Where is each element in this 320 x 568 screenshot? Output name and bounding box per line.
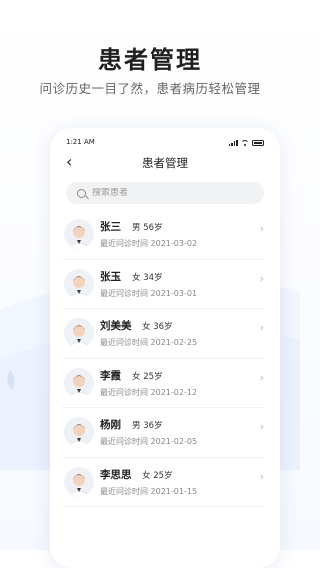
patient-list-item[interactable]: 李思思 女 25岁 最近问诊时间 2021-01-15 ›: [62, 458, 264, 507]
last-visit-time: 最近问诊时间 2021-01-15: [100, 486, 198, 496]
chevron-right-icon: ›: [259, 271, 264, 285]
avatar: [64, 219, 94, 249]
patient-gender-age: 女 36岁: [142, 322, 173, 332]
patient-name: 张玉: [100, 270, 121, 283]
promo-subtitle: 问诊历史一目了然，患者病历轻松管理: [39, 81, 261, 96]
avatar: [64, 318, 94, 348]
chevron-right-icon: ›: [259, 370, 264, 384]
avatar: [64, 417, 94, 447]
avatar: [64, 466, 94, 497]
patient-name: 张三: [100, 221, 121, 233]
page-title: 患者管理: [142, 156, 188, 170]
last-visit-time: 最近问诊时间 2021-02-05: [100, 437, 198, 446]
patient-name: 刘美美: [100, 320, 132, 332]
last-visit-time: 最近问诊时间 2021-02-12: [100, 387, 198, 397]
avatar: [64, 367, 94, 398]
patient-list-item[interactable]: 李霞 女 25岁 最近问诊时间 2021-02-12 ›: [62, 359, 264, 408]
last-visit-time: 最近问诊时间 2021-02-25: [100, 338, 198, 347]
last-visit-time: 最近问诊时间 2021-03-02: [100, 239, 198, 248]
patient-gender-age: 女 25岁: [142, 470, 173, 481]
patient-gender-age: 男 56岁: [132, 223, 163, 233]
status-bar: 1:21 AM: [66, 138, 264, 150]
chevron-right-icon: ›: [259, 420, 264, 433]
chevron-right-icon: ›: [259, 321, 264, 334]
patient-gender-age: 女 34岁: [132, 272, 163, 283]
status-time: 1:21 AM: [66, 138, 95, 146]
patient-gender-age: 男 36岁: [132, 421, 163, 431]
patient-list-item[interactable]: 刘美美 女 36岁 最近问诊时间 2021-02-25 ›: [62, 309, 264, 359]
patient-gender-age: 女 25岁: [132, 371, 163, 382]
chevron-right-icon: ›: [259, 469, 264, 483]
chevron-right-icon: ›: [259, 222, 264, 235]
patient-name: 李霞: [100, 369, 121, 382]
patient-name: 李思思: [100, 468, 132, 481]
nav-bar: ‹ 患者管理: [50, 152, 280, 176]
phone-mockup: 1:21 AM ‹ 患者管理 张三 男 56岁 最近问诊时间 2021-03-0…: [50, 128, 280, 568]
search-bar[interactable]: [66, 182, 264, 204]
battery-icon: [252, 140, 264, 146]
wifi-icon: [241, 140, 249, 146]
avatar: [64, 268, 94, 299]
patient-list-item[interactable]: 张玉 女 34岁 最近问诊时间 2021-03-01 ›: [62, 260, 264, 309]
patient-list-item[interactable]: 张三 男 56岁 最近问诊时间 2021-03-02 ›: [62, 210, 264, 260]
search-icon: [77, 188, 86, 198]
signal-icon: [228, 139, 238, 146]
patient-list-item[interactable]: 杨刚 男 36岁 最近问诊时间 2021-02-05 ›: [62, 408, 264, 458]
patient-list: 张三 男 56岁 最近问诊时间 2021-03-02 › 张玉 女 34岁 最近…: [50, 210, 280, 507]
status-icons: [228, 139, 264, 146]
search-input[interactable]: [92, 188, 242, 198]
last-visit-time: 最近问诊时间 2021-03-01: [100, 288, 198, 298]
promo-title: 患者管理: [98, 46, 202, 74]
patient-name: 杨刚: [100, 419, 121, 431]
